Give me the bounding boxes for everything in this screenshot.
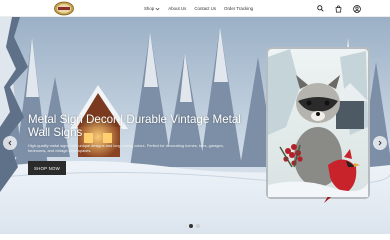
vintage-sign-logo-icon[interactable] [54,1,74,16]
account-icon [352,4,361,13]
nav-shop-label: Shop [144,6,155,11]
hero-headline: Metal Sign Decor | Durable Vintage Metal… [28,113,241,139]
nav-shop[interactable]: Shop [144,6,160,11]
chevron-right-icon [378,140,382,146]
chevron-down-icon [155,7,160,10]
raccoon-metal-sign-product [266,47,370,203]
cart-icon [335,4,342,13]
nav-contact-us[interactable]: Contact Us [194,6,216,11]
nav-about-us[interactable]: About Us [168,6,186,11]
nav-order-tracking-label: Order Tracking [224,6,254,11]
search-icon [317,5,324,12]
search-button[interactable] [316,4,325,13]
slider-dot-1[interactable] [189,224,193,228]
site-header: Shop About Us Contact Us Order Tracking [0,0,390,17]
hero-subtext: High-quality metal signs with unique des… [28,143,224,153]
slider-dots [189,224,200,228]
slider-prev-button[interactable] [3,136,17,150]
nav-contact-us-label: Contact Us [194,6,217,11]
slider-dot-2[interactable] [196,224,200,228]
hero-slider: Metal Sign Decor | Durable Vintage Metal… [0,17,390,234]
shop-now-button[interactable]: SHOP NOW [28,161,66,175]
page-bottom [0,234,390,240]
account-button[interactable] [352,4,361,13]
slider-next-button[interactable] [373,136,387,150]
main-nav: Shop About Us Contact Us Order Tracking [144,0,253,17]
chevron-left-icon [8,140,12,146]
nav-about-us-label: About Us [168,6,187,11]
cart-button[interactable] [334,4,343,13]
header-icons [316,4,361,13]
nav-order-tracking[interactable]: Order Tracking [224,6,253,11]
